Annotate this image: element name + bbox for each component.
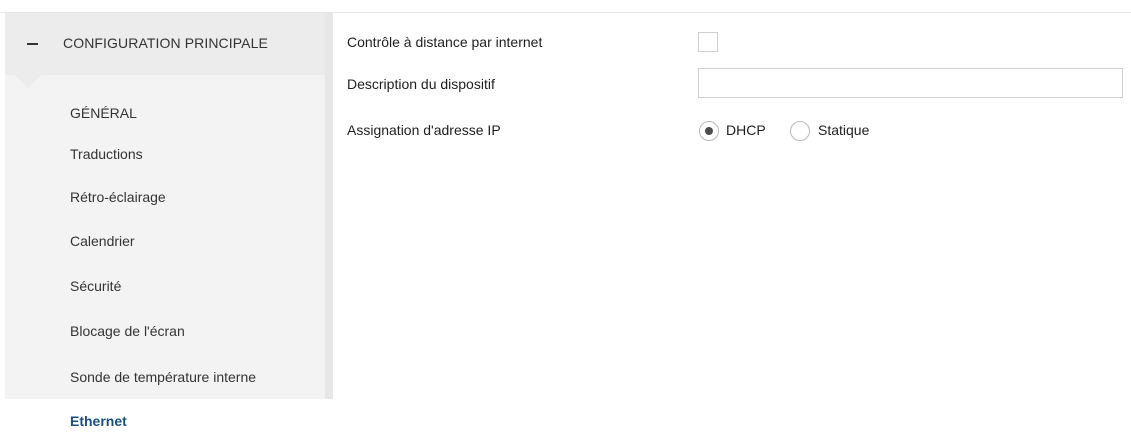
sidebar-item-sonde-temperature[interactable]: Sonde de température interne — [70, 369, 256, 385]
statique-radio-label[interactable]: Statique — [818, 122, 869, 138]
group-header-configuration-principale[interactable]: CONFIGURATION PRINCIPALE — [5, 13, 325, 75]
sidebar-divider — [325, 13, 333, 399]
app-window: CONFIGURATION PRINCIPALE GÉNÉRAL Traduct… — [0, 0, 1131, 442]
group-header-label: CONFIGURATION PRINCIPALE — [63, 35, 268, 51]
sidebar-item-general[interactable]: GÉNÉRAL — [70, 105, 137, 121]
sidebar: CONFIGURATION PRINCIPALE GÉNÉRAL Traduct… — [5, 13, 333, 442]
collapse-icon[interactable] — [27, 43, 38, 45]
ip-assignment-label: Assignation d'adresse IP — [347, 122, 501, 138]
sidebar-item-retro-eclairage[interactable]: Rétro-éclairage — [70, 189, 166, 205]
dhcp-radio[interactable] — [699, 121, 719, 141]
statique-radio[interactable] — [790, 121, 810, 141]
sidebar-item-calendrier[interactable]: Calendrier — [70, 233, 135, 249]
sidebar-item-traductions[interactable]: Traductions — [70, 146, 143, 162]
radio-selected-dot — [705, 127, 713, 135]
dhcp-radio-label[interactable]: DHCP — [726, 122, 766, 138]
sidebar-item-blocage-ecran[interactable]: Blocage de l'écran — [70, 323, 185, 339]
device-description-input[interactable] — [698, 68, 1123, 98]
sidebar-item-securite[interactable]: Sécurité — [70, 278, 121, 294]
header-pointer-icon — [15, 75, 41, 88]
device-description-label: Description du dispositif — [347, 76, 495, 92]
remote-control-checkbox[interactable] — [698, 32, 718, 52]
sidebar-item-ethernet[interactable]: Ethernet — [70, 413, 127, 429]
remote-control-label: Contrôle à distance par internet — [347, 34, 543, 50]
active-item-background — [5, 399, 333, 442]
